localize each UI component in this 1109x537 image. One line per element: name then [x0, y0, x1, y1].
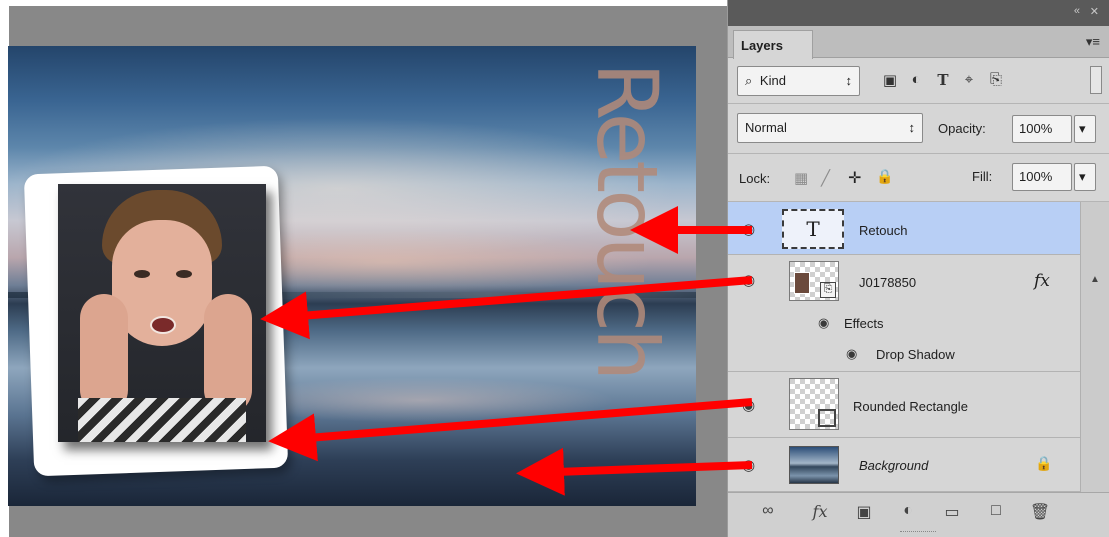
- arrow-to-background: [516, 447, 753, 496]
- arrow-to-rounded-rectangle: [268, 398, 753, 462]
- arrow-to-portrait: [260, 276, 753, 340]
- annotation-arrows: [260, 206, 753, 496]
